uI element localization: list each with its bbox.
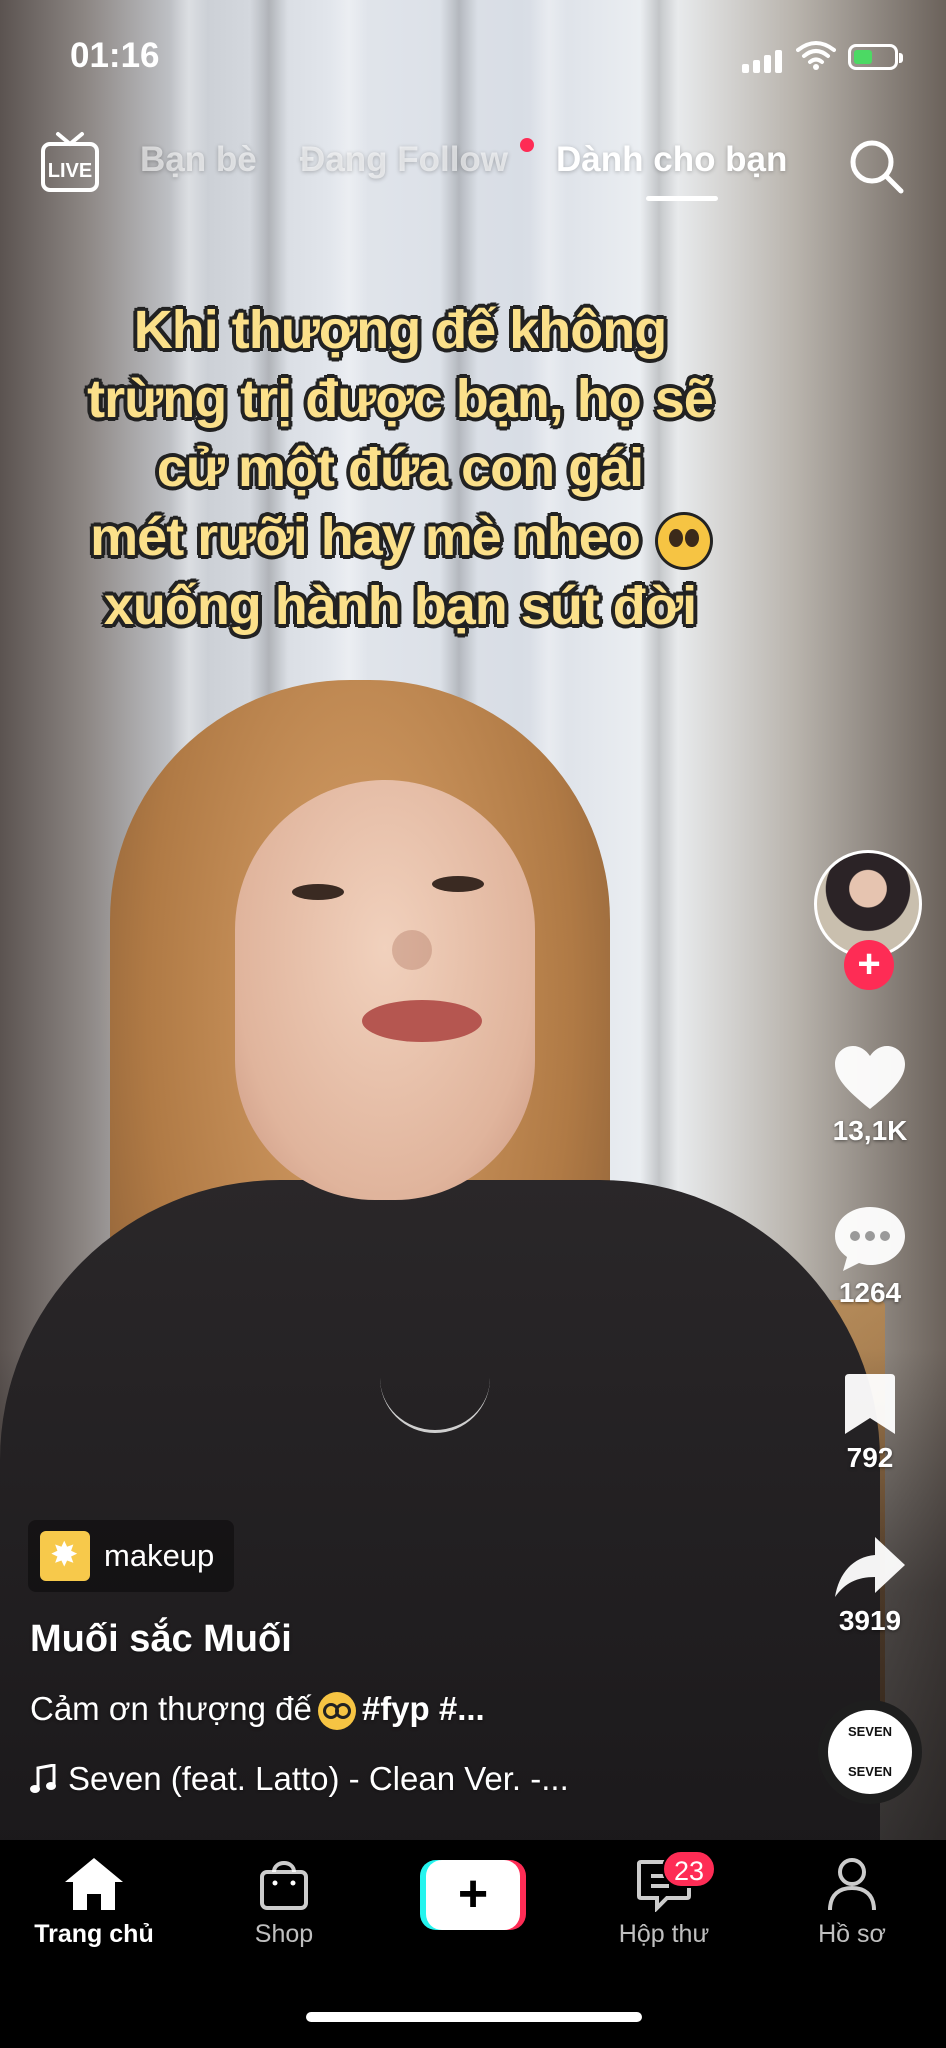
caption-text: Cảm ơn thượng đế	[30, 1690, 312, 1727]
bottom-tab-bar: Trang chủ Shop + Hộp thư 23 Hồ sơ	[0, 1840, 946, 2048]
comment-button[interactable]: 1264	[810, 1205, 930, 1309]
search-button[interactable]	[846, 136, 906, 196]
video-text-overlay: Khi thượng đế không trừng trị được bạn, …	[70, 296, 730, 641]
person-eye	[432, 876, 484, 892]
music-disc[interactable]: SEVEN SEVEN	[818, 1700, 922, 1804]
create-plus-icon: +	[426, 1860, 520, 1930]
person-lips	[362, 1000, 482, 1042]
category-tag[interactable]: makeup	[28, 1520, 235, 1592]
creator-username[interactable]: Muối sắc Muối	[30, 1618, 292, 1661]
overlay-line: Khi thượng đế không	[133, 300, 667, 360]
tab-profile[interactable]: Hồ sơ	[762, 1856, 942, 1949]
search-icon	[850, 140, 904, 194]
bookmark-button[interactable]: 792	[810, 1372, 930, 1474]
create-button[interactable]: +	[420, 1860, 526, 1930]
home-icon	[65, 1858, 123, 1910]
share-arrow-icon	[835, 1537, 905, 1597]
person-nose	[392, 930, 432, 970]
pleading-face-emoji-icon	[657, 514, 710, 567]
music-info[interactable]: Seven (feat. Latto) - Clean Ver. -...	[30, 1760, 569, 1798]
person-face	[235, 780, 535, 1200]
caption-hashtags[interactable]: #fyp #...	[362, 1690, 485, 1727]
bookmark-icon	[845, 1374, 895, 1434]
person-necklace	[380, 1310, 490, 1433]
disc-label-top: SEVEN	[847, 1724, 893, 1739]
shopping-bag-icon	[260, 1861, 308, 1910]
following-notification-dot	[520, 138, 534, 152]
tab-friends[interactable]: Bạn bè	[140, 140, 257, 180]
tab-following[interactable]: Đang Follow	[300, 140, 508, 180]
top-navigation: LIVE Bạn bè Đang Follow Dành cho bạn	[0, 130, 946, 220]
heart-icon	[835, 1046, 905, 1109]
live-button[interactable]: LIVE	[40, 130, 100, 196]
nerd-face-emoji-icon	[317, 1692, 356, 1731]
music-note-icon	[30, 1764, 56, 1793]
comment-count: 1264	[838, 1277, 902, 1308]
tab-shop[interactable]: Shop	[194, 1856, 374, 1949]
category-tag-label: makeup	[104, 1538, 215, 1573]
disc-label-bottom: SEVEN	[847, 1764, 893, 1779]
tab-home[interactable]: Trang chủ	[4, 1856, 184, 1949]
status-bar: 01:16	[0, 0, 946, 110]
person-eye	[292, 884, 344, 900]
wifi-icon	[796, 41, 836, 70]
active-tab-indicator	[646, 196, 718, 201]
like-button[interactable]: 13,1K	[810, 1045, 930, 1147]
sparkle-icon	[40, 1531, 90, 1581]
tab-inbox-label: Hộp thư	[618, 1920, 710, 1948]
overlay-line: mét rưỡi hay mè nheo	[70, 503, 730, 572]
bookmark-count: 792	[846, 1442, 894, 1473]
music-title: Seven (feat. Latto) - Clean Ver. -...	[68, 1760, 569, 1797]
home-indicator	[306, 2012, 642, 2022]
status-time: 01:16	[70, 36, 160, 75]
overlay-line: cử một đứa con gái	[156, 438, 644, 498]
cellular-signal-icon	[742, 50, 782, 73]
tab-home-label: Trang chủ	[34, 1920, 154, 1948]
tab-profile-label: Hồ sơ	[818, 1920, 886, 1948]
inbox-badge: 23	[662, 1850, 716, 1888]
tab-shop-label: Shop	[254, 1920, 314, 1948]
share-button[interactable]: 3919	[810, 1535, 930, 1637]
share-count: 3919	[838, 1605, 902, 1636]
svg-text:LIVE: LIVE	[48, 160, 92, 182]
live-tv-icon: LIVE	[41, 132, 99, 192]
follow-button[interactable]: +	[844, 940, 894, 990]
tab-for-you[interactable]: Dành cho bạn	[556, 140, 787, 180]
video-feed-screen[interactable]: 01:16 LIVE Bạn bè Đang Follow Dành cho b…	[0, 0, 946, 2048]
profile-icon	[828, 1858, 876, 1911]
like-count: 13,1K	[832, 1115, 908, 1146]
battery-icon	[848, 44, 903, 70]
post-caption[interactable]: Cảm ơn thượng đế #fyp #...	[30, 1690, 485, 1731]
overlay-line: xuống hành bạn sút đời	[103, 576, 697, 636]
overlay-line: trừng trị được bạn, họ sẽ	[87, 369, 714, 429]
comment-icon	[835, 1207, 905, 1271]
